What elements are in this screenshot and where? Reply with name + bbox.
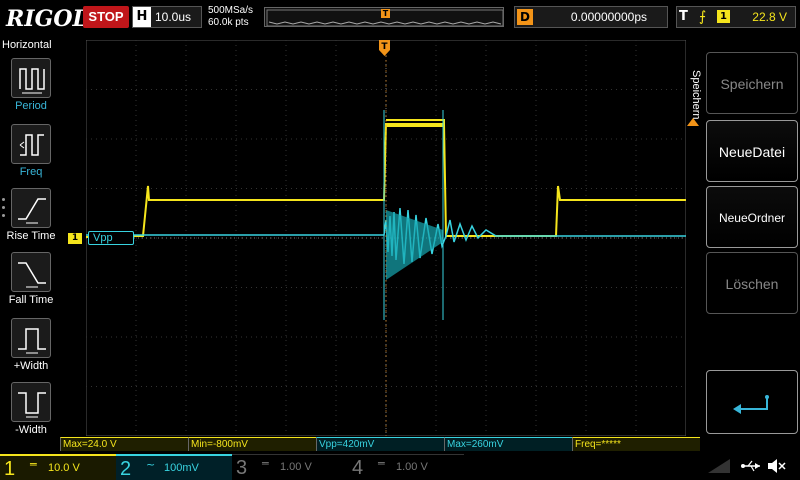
measure-positive-width-button[interactable]: +Width [0, 318, 62, 382]
period-icon [11, 58, 51, 98]
delete-button[interactable]: Löschen [706, 252, 798, 314]
rise-time-label: Rise Time [6, 230, 56, 242]
dc-coupling-icon: ═ [262, 457, 269, 470]
channel-scale: 1.00 V [396, 461, 428, 473]
trigger-level: 22.8 V [752, 10, 787, 24]
usb-icon [741, 460, 760, 472]
measurement-item[interactable]: Max=24.0 V [60, 437, 188, 451]
rising-edge-icon: ⨍ [699, 9, 707, 25]
save-menu-title: Speichern [690, 70, 702, 120]
channel-3-box[interactable]: 3 ═ 1.00 V [232, 454, 348, 480]
timebase-value: 10.0us [155, 10, 192, 24]
channel-1-offset-marker[interactable]: 1 [68, 233, 82, 244]
horizontal-measure-menu: Horizontal Period Freq Rise Time Fall Ti… [0, 38, 62, 450]
menu-pointer-icon [687, 118, 699, 126]
measure-fall-time-button[interactable]: Fall Time [0, 252, 62, 316]
waveform-display[interactable]: T [86, 40, 686, 436]
new-folder-button[interactable]: NeueOrdner [706, 186, 798, 248]
period-label: Period [15, 100, 47, 112]
run-stop-status[interactable]: STOP [83, 6, 129, 28]
acquisition-info: 500MSa/s 60.0k pts [208, 5, 253, 29]
trigger-label: T [679, 9, 688, 24]
measurement-item[interactable]: Freq=***** [572, 437, 700, 451]
waveform-grid-svg [86, 40, 686, 436]
positive-width-icon [11, 318, 51, 358]
measurement-item[interactable]: Max=260mV [444, 437, 572, 451]
measure-frequency-button[interactable]: Freq [0, 124, 62, 188]
channel-2-box[interactable]: 2 ~ 100mV [116, 454, 232, 480]
speaker-mute-icon[interactable] [766, 458, 786, 474]
measurement-bar: Max=24.0 V Min=-800mV Vpp=420mV Max=260m… [60, 437, 700, 451]
fall-time-label: Fall Time [8, 294, 54, 306]
rise-time-icon [11, 188, 51, 228]
channel-number: 4 [352, 457, 364, 479]
measurement-item[interactable]: Vpp=420mV [316, 437, 444, 451]
channel-1-box[interactable]: 1 ═ 10.0 V [0, 454, 116, 480]
fall-time-icon [11, 252, 51, 292]
memory-overview[interactable]: T [264, 7, 504, 27]
negative-width-icon [11, 382, 51, 422]
save-menu: Speichern Speichern NeueDatei NeueOrdner… [686, 38, 800, 450]
save-button[interactable]: Speichern [706, 52, 798, 114]
top-status-bar: RIGOL STOP H 10.0us 500MSa/s 60.0k pts T… [0, 0, 800, 38]
frequency-label: Freq [19, 166, 43, 178]
channel-number: 2 [120, 458, 132, 480]
measure-rise-time-button[interactable]: Rise Time [0, 188, 62, 252]
back-button[interactable] [706, 370, 798, 434]
delay-box[interactable]: D 0.00000000ps [514, 6, 668, 28]
return-arrow-icon [733, 395, 769, 414]
delay-label: D [517, 9, 533, 25]
timebase-box[interactable]: H 10.0us [132, 6, 202, 28]
channel-number: 1 [4, 458, 16, 480]
negative-width-label: -Width [15, 424, 47, 436]
positive-width-label: +Width [13, 360, 49, 372]
menu-title: Horizontal [2, 39, 52, 51]
dc-coupling-icon: ═ [378, 457, 385, 470]
channel-number: 3 [236, 457, 248, 479]
navigation-arrow-icon[interactable] [708, 457, 730, 475]
brand-logo: RIGOL [6, 6, 88, 32]
measure-negative-width-button[interactable]: -Width [0, 382, 62, 446]
trigger-position-marker: T [381, 9, 390, 18]
channel-scale: 10.0 V [48, 462, 80, 474]
channel-4-box[interactable]: 4 ═ 1.00 V [348, 454, 464, 480]
new-file-button[interactable]: NeueDatei [706, 120, 798, 182]
channel-bar: 1 ═ 10.0 V 2 ~ 100mV 3 ═ 1.00 V 4 ═ 1.00… [0, 452, 800, 480]
measure-period-button[interactable]: Period [0, 58, 62, 122]
sample-rate: 500MSa/s [208, 5, 254, 16]
memory-depth: 60.0k pts [208, 17, 249, 28]
trigger-box[interactable]: T ⨍ 1 22.8 V [676, 6, 796, 28]
trigger-position-icon: T [379, 40, 390, 56]
channel-scale: 100mV [164, 462, 199, 474]
channel-scale: 1.00 V [280, 461, 312, 473]
ac-coupling-icon: ~ [146, 458, 156, 471]
dc-coupling-icon: ═ [30, 458, 37, 471]
measurement-item[interactable]: Min=-800mV [188, 437, 316, 451]
measurement-tag: Vpp [88, 231, 134, 245]
frequency-icon [11, 124, 51, 164]
trigger-channel-badge: 1 [717, 10, 730, 23]
svg-text:T: T [381, 42, 388, 52]
timebase-label: H [133, 7, 151, 27]
delay-value: 0.00000000ps [570, 10, 647, 24]
